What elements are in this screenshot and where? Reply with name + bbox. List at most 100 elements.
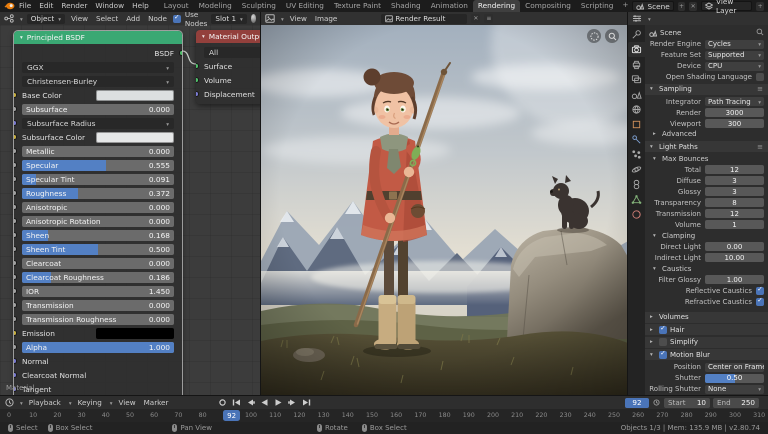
add-view-layer-button[interactable]: +: [756, 2, 764, 11]
shader-socket-icon[interactable]: [196, 63, 199, 69]
menu-playback[interactable]: Playback: [27, 398, 63, 407]
refractive-caustics-checkbox[interactable]: [756, 298, 764, 306]
metallic-slider[interactable]: Metallic0.000: [22, 146, 174, 157]
render-engine-select[interactable]: Cycles: [705, 40, 764, 49]
anisotropic-slider[interactable]: Anisotropic0.000: [22, 202, 174, 213]
workspace-tab-uvediting[interactable]: UV Editing: [281, 0, 329, 12]
transparency-bounces-field[interactable]: 8: [705, 198, 764, 207]
add-workspace-button[interactable]: +: [618, 0, 632, 12]
tab-particles[interactable]: [628, 147, 645, 162]
alpha-slider[interactable]: Alpha1.000: [22, 342, 174, 353]
unlink-image-button[interactable]: ✕: [471, 14, 480, 23]
frame-end-field[interactable]: End250: [713, 398, 759, 408]
menu-help[interactable]: Help: [128, 0, 153, 12]
vector-socket-icon[interactable]: [14, 372, 17, 378]
transmission-bounces-field[interactable]: 12: [705, 209, 764, 218]
jump-to-end-button[interactable]: [300, 397, 313, 408]
anisotropic-rotation-slider[interactable]: Anisotropic Rotation0.000: [22, 216, 174, 227]
tab-object[interactable]: [628, 117, 645, 132]
editor-type-icon[interactable]: [265, 14, 275, 23]
node-header[interactable]: ▾Material Output: [196, 30, 260, 43]
float-socket-icon[interactable]: [14, 218, 17, 224]
auto-keying-button[interactable]: [216, 397, 229, 408]
use-nodes-checkbox[interactable]: [173, 15, 181, 23]
section-light-paths[interactable]: ▾Light Paths≡: [645, 141, 768, 152]
float-socket-icon[interactable]: [14, 232, 17, 238]
zoom-gizmo[interactable]: [605, 29, 619, 43]
menu-window[interactable]: Window: [91, 0, 128, 12]
tab-view-layer[interactable]: [628, 72, 645, 87]
subsurface-radius-field[interactable]: Subsurface Radius: [22, 118, 174, 129]
ior-slider[interactable]: IOR1.450: [22, 286, 174, 297]
volume-bounces-field[interactable]: 1: [705, 220, 764, 229]
color-socket-icon[interactable]: [14, 92, 17, 98]
next-keyframe-button[interactable]: [286, 397, 299, 408]
motion-blur-checkbox[interactable]: [659, 351, 667, 359]
viewport-samples-field[interactable]: 300: [705, 119, 764, 128]
mb-position-select[interactable]: Center on Frame: [705, 363, 764, 372]
integrator-select[interactable]: Path Tracing: [705, 97, 764, 106]
menu-view[interactable]: View: [69, 14, 90, 23]
menu-marker[interactable]: Marker: [142, 398, 171, 407]
output-target-select[interactable]: All: [204, 47, 260, 58]
play-button[interactable]: [272, 397, 285, 408]
menu-view[interactable]: View: [288, 14, 309, 23]
distribution-select[interactable]: GGX: [22, 62, 174, 73]
color-socket-icon[interactable]: [14, 330, 17, 336]
specular-tint-slider[interactable]: Specular Tint0.091: [22, 174, 174, 185]
prev-keyframe-button[interactable]: [244, 397, 257, 408]
workspace-tab-layout[interactable]: Layout: [159, 0, 194, 12]
subsection-max-bounces[interactable]: ▾Max Bounces: [649, 154, 764, 164]
tab-output[interactable]: [628, 57, 645, 72]
glossy-bounces-field[interactable]: 3: [705, 187, 764, 196]
tab-constraints[interactable]: [628, 177, 645, 192]
material-output-node[interactable]: ▾Material Output All Surface Volume Disp…: [196, 30, 260, 104]
collapse-arrow-icon[interactable]: ▾: [20, 35, 23, 41]
preset-menu-icon[interactable]: ≡: [757, 143, 763, 151]
timeline-ruler[interactable]: 92 0102030405060708010011012013014015016…: [0, 409, 768, 422]
float-socket-icon[interactable]: [14, 148, 17, 154]
menu-select[interactable]: Select: [94, 14, 120, 23]
workspace-tab-shading[interactable]: Shading: [386, 0, 426, 12]
menu-add[interactable]: Add: [124, 14, 142, 23]
float-socket-icon[interactable]: [14, 204, 17, 210]
clamp-direct-field[interactable]: 0.00: [705, 242, 764, 251]
simplify-checkbox[interactable]: [659, 338, 667, 346]
device-select[interactable]: CPU: [705, 62, 764, 71]
section-hair[interactable]: ▸Hair: [645, 324, 768, 335]
filter-glossy-field[interactable]: 1.00: [705, 275, 764, 284]
section-volumes[interactable]: ▸Volumes: [645, 312, 768, 323]
tab-world[interactable]: [628, 102, 645, 117]
float-socket-icon[interactable]: [14, 162, 17, 168]
editor-type-icon[interactable]: [5, 398, 14, 407]
float-socket-icon[interactable]: [14, 246, 17, 252]
subsurface-slider[interactable]: Subsurface0.000: [22, 104, 174, 115]
subsurface-color-swatch[interactable]: [96, 132, 174, 143]
vector-socket-icon[interactable]: [196, 91, 199, 97]
subsurface-method-select[interactable]: Christensen-Burley: [22, 76, 174, 87]
base-color-swatch[interactable]: [96, 90, 174, 101]
play-reverse-button[interactable]: [258, 397, 271, 408]
image-datablock-select[interactable]: Render Result: [381, 14, 467, 24]
tab-physics[interactable]: [628, 162, 645, 177]
workspace-tab-texturepaint[interactable]: Texture Paint: [329, 0, 386, 12]
specular-slider[interactable]: Specular0.555: [22, 160, 174, 171]
workspace-tab-sculpting[interactable]: Sculpting: [237, 0, 281, 12]
workspace-tab-rendering[interactable]: Rendering: [473, 0, 520, 12]
tab-tool[interactable]: [628, 27, 645, 42]
osl-checkbox[interactable]: [756, 73, 764, 81]
reflective-caustics-checkbox[interactable]: [756, 287, 764, 295]
transmission-slider[interactable]: Transmission0.000: [22, 300, 174, 311]
section-sampling[interactable]: ▾Sampling≡: [645, 84, 768, 95]
menu-keying[interactable]: Keying: [76, 398, 104, 407]
menu-node[interactable]: Node: [146, 14, 169, 23]
float-socket-icon[interactable]: [14, 316, 17, 322]
menu-image[interactable]: Image: [313, 14, 340, 23]
tab-render[interactable]: [628, 42, 645, 57]
unlink-scene-button[interactable]: ✕: [689, 2, 697, 11]
hair-checkbox[interactable]: [659, 326, 667, 334]
float-socket-icon[interactable]: [14, 176, 17, 182]
float-socket-icon[interactable]: [14, 190, 17, 196]
float-socket-icon[interactable]: [14, 288, 17, 294]
current-frame-field[interactable]: 92: [625, 398, 649, 408]
